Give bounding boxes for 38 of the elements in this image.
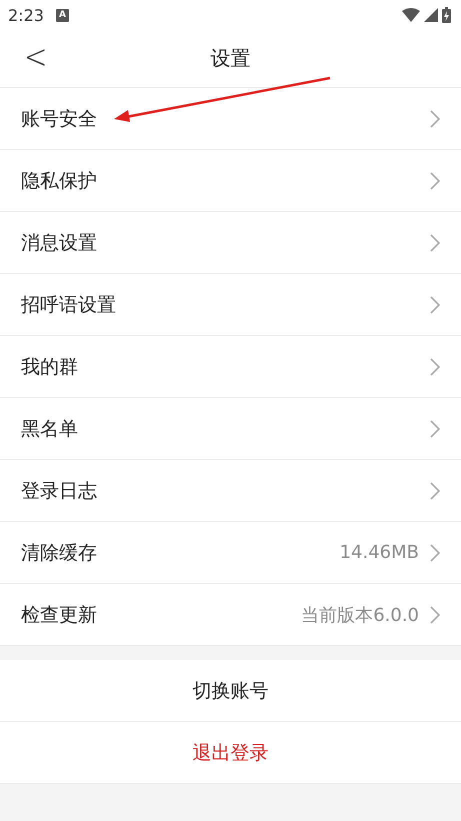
row-label: 我的群 — [21, 354, 78, 380]
chevron-icon — [429, 108, 441, 128]
chevron-icon — [429, 170, 441, 190]
signal-icon — [424, 8, 438, 22]
chevron-icon — [429, 356, 441, 376]
battery-icon — [442, 7, 451, 23]
chevron-icon — [429, 232, 441, 252]
row-label: 清除缓存 — [21, 540, 97, 566]
row-label: 隐私保护 — [21, 168, 97, 194]
chevron-icon — [429, 604, 441, 624]
chevron-icon — [429, 542, 441, 562]
page-title: 设置 — [210, 45, 250, 72]
row-label: 黑名单 — [21, 416, 78, 442]
back-button[interactable]: < — [18, 36, 54, 76]
settings-row[interactable]: 黑名单 — [0, 398, 461, 460]
settings-row[interactable]: 登录日志 — [0, 460, 461, 522]
row-label: 招呼语设置 — [21, 292, 116, 318]
settings-row[interactable]: 隐私保护 — [0, 150, 461, 212]
wifi-icon — [402, 8, 420, 22]
chevron-icon — [429, 480, 441, 500]
row-label: 账号安全 — [21, 106, 97, 132]
settings-row[interactable]: 招呼语设置 — [0, 274, 461, 336]
status-time: 2:23 — [8, 6, 44, 24]
settings-row[interactable]: 清除缓存 14.46MB — [0, 522, 461, 584]
row-value: 当前版本6.0.0 — [301, 604, 419, 626]
settings-row[interactable]: 检查更新 当前版本6.0.0 — [0, 584, 461, 646]
settings-row[interactable]: 消息设置 — [0, 212, 461, 274]
row-label: 消息设置 — [21, 230, 97, 256]
row-label: 检查更新 — [21, 602, 97, 628]
row-label: 登录日志 — [21, 478, 97, 504]
settings-row[interactable]: 我的群 — [0, 336, 461, 398]
notification-icon: A — [56, 8, 69, 22]
row-value: 14.46MB — [340, 542, 419, 563]
logout-button[interactable]: 退出登录 — [0, 722, 461, 784]
chevron-icon — [429, 418, 441, 438]
settings-row[interactable]: 账号安全 — [0, 88, 461, 150]
chevron-icon — [429, 294, 441, 314]
switch-account-button[interactable]: 切换账号 — [0, 660, 461, 722]
